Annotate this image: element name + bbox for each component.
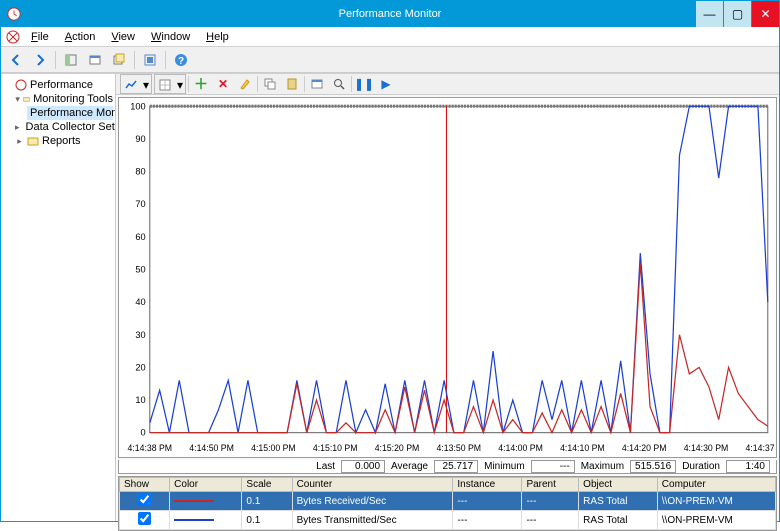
delete-counter-button[interactable]: ✕ xyxy=(213,74,233,94)
svg-text:10: 10 xyxy=(135,395,145,405)
show-checkbox[interactable] xyxy=(138,512,151,525)
svg-text:4:15:10 PM: 4:15:10 PM xyxy=(313,443,358,453)
svg-text:?: ? xyxy=(178,56,184,67)
dur-value: 1:40 xyxy=(726,460,770,473)
properties-button[interactable] xyxy=(84,49,106,71)
svg-text:4:13:50 PM: 4:13:50 PM xyxy=(436,443,481,453)
folder-icon xyxy=(27,135,39,147)
update-button[interactable]: ▶ xyxy=(376,74,396,94)
min-value: --- xyxy=(531,460,575,473)
chart-properties-button[interactable] xyxy=(307,74,327,94)
svg-text:4:14:50 PM: 4:14:50 PM xyxy=(189,443,234,453)
paste-button[interactable] xyxy=(282,74,302,94)
min-label: Minimum xyxy=(484,461,525,472)
tree-root[interactable]: Performance xyxy=(3,78,113,92)
counter-table[interactable]: ShowColorScaleCounterInstanceParentObjec… xyxy=(118,476,777,531)
highlight-button[interactable] xyxy=(235,74,255,94)
menu-file[interactable]: File xyxy=(23,29,57,45)
log-type-dropdown[interactable]: ▾ xyxy=(154,74,186,94)
menu-action[interactable]: Action xyxy=(57,29,104,45)
copy-button[interactable] xyxy=(260,74,280,94)
main-toolbar: ? xyxy=(1,47,779,73)
maximize-button[interactable]: ▢ xyxy=(723,1,751,27)
chart-area[interactable]: 0 10 20 30 40 50 60 70 80 90 100 4:14:38 PM 4:14:50 … xyxy=(118,97,777,458)
menubar: File Action View Window Help xyxy=(1,27,779,47)
svg-text:4:14:30 PM: 4:14:30 PM xyxy=(684,443,729,453)
counter-row[interactable]: 0.1Bytes Transmitted/Sec------RAS Total\… xyxy=(120,511,776,530)
svg-text:4:14:20 PM: 4:14:20 PM xyxy=(622,443,667,453)
window-title: Performance Monitor xyxy=(339,8,442,20)
col-header[interactable]: Scale xyxy=(242,478,292,492)
col-header[interactable]: Parent xyxy=(522,478,579,492)
svg-text:0: 0 xyxy=(141,428,146,438)
freeze-button[interactable]: ❚❚ xyxy=(354,74,374,94)
col-header[interactable]: Counter xyxy=(292,478,453,492)
col-header[interactable]: Color xyxy=(170,478,242,492)
max-label: Maximum xyxy=(581,461,624,472)
svg-text:90: 90 xyxy=(135,134,145,144)
col-header[interactable]: Object xyxy=(579,478,658,492)
forward-button[interactable] xyxy=(29,49,51,71)
help-button[interactable]: ? xyxy=(170,49,192,71)
col-header[interactable]: Show xyxy=(120,478,170,492)
svg-text:50: 50 xyxy=(135,265,145,275)
avg-value: 25.717 xyxy=(434,460,478,473)
menu-view[interactable]: View xyxy=(103,29,143,45)
last-value: 0.000 xyxy=(341,460,385,473)
add-counter-button[interactable]: ＋ xyxy=(191,74,211,94)
tree-data-collector-sets[interactable]: ▸Data Collector Sets xyxy=(15,120,113,134)
close-button[interactable]: ✕ xyxy=(751,1,779,27)
counter-row[interactable]: 0.1Bytes Received/Sec------RAS Total\\ON… xyxy=(120,492,776,511)
svg-text:20: 20 xyxy=(135,362,145,372)
col-header[interactable]: Computer xyxy=(657,478,775,492)
refresh-button[interactable] xyxy=(139,49,161,71)
back-button[interactable] xyxy=(5,49,27,71)
svg-text:4:15:00 PM: 4:15:00 PM xyxy=(251,443,296,453)
last-label: Last xyxy=(316,461,335,472)
max-value: 515.516 xyxy=(630,460,676,473)
titlebar: Performance Monitor — ▢ ✕ xyxy=(1,1,779,27)
show-hide-button[interactable] xyxy=(60,49,82,71)
svg-text:4:14:00 PM: 4:14:00 PM xyxy=(498,443,543,453)
svg-text:80: 80 xyxy=(135,167,145,177)
menu-window[interactable]: Window xyxy=(143,29,198,45)
svg-text:100: 100 xyxy=(130,101,145,111)
view-type-dropdown[interactable]: ▾ xyxy=(120,74,152,94)
export-button[interactable] xyxy=(108,49,130,71)
avg-label: Average xyxy=(391,461,428,472)
svg-text:30: 30 xyxy=(135,330,145,340)
folder-icon xyxy=(23,93,30,105)
col-header[interactable]: Instance xyxy=(453,478,522,492)
svg-text:4:14:10 PM: 4:14:10 PM xyxy=(560,443,605,453)
perfmon-icon xyxy=(7,7,21,21)
svg-text:60: 60 xyxy=(135,232,145,242)
svg-text:40: 40 xyxy=(135,297,145,307)
svg-text:4:14:38 PM: 4:14:38 PM xyxy=(128,443,173,453)
svg-text:70: 70 xyxy=(135,199,145,209)
perf-icon xyxy=(15,79,27,91)
system-menu-icon[interactable] xyxy=(5,29,21,45)
show-checkbox[interactable] xyxy=(138,493,151,506)
chart-toolbar: ▾ ▾ ＋ ✕ ❚❚ ▶ xyxy=(116,74,779,95)
tree-monitoring-tools[interactable]: ▾Monitoring Tools xyxy=(15,92,113,106)
stats-row: Last 0.000 Average 25.717 Minimum --- Maxim… xyxy=(118,460,777,474)
zoom-button[interactable] xyxy=(329,74,349,94)
svg-text:4:15:20 PM: 4:15:20 PM xyxy=(375,443,420,453)
svg-text:4:14:37 PM: 4:14:37 PM xyxy=(745,443,776,453)
minimize-button[interactable]: — xyxy=(695,1,723,27)
dur-label: Duration xyxy=(682,461,720,472)
nav-tree[interactable]: Performance ▾Monitoring Tools Performanc… xyxy=(1,74,116,521)
tree-reports[interactable]: ▸Reports xyxy=(15,134,113,148)
menu-help[interactable]: Help xyxy=(198,29,237,45)
tree-performance-monitor[interactable]: Performance Monitor xyxy=(27,106,113,120)
